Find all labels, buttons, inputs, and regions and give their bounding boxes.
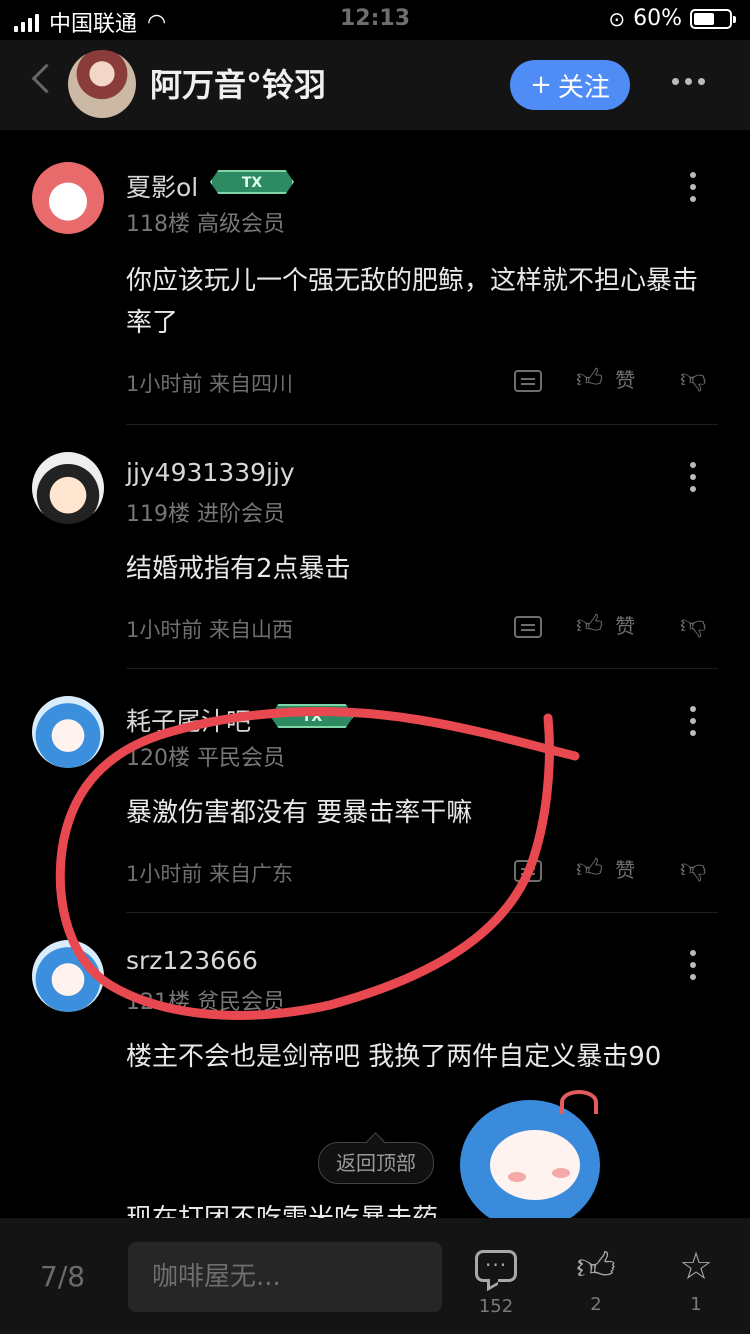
back-arrow-icon[interactable] [31, 63, 62, 94]
status-bar: 中国联通 ◠ 12:13 ⊙ 60% [0, 0, 750, 40]
post-content: 楼主不会也是剑帝吧 我换了两件自定义暴击90 [126, 1042, 662, 1072]
thumb-down-icon[interactable]: 👎︎ [680, 856, 706, 882]
reply-post: 夏影ol TX 118楼 高级会员 你应该玩儿一个强无敌的肥鲸，这样就不担心暴击… [0, 160, 750, 425]
floor-number: 120楼 [126, 746, 190, 771]
avatar[interactable] [32, 696, 104, 768]
floor-meta: 121楼 贫民会员 [126, 984, 285, 1016]
plus-icon: + [530, 70, 552, 100]
more-icon[interactable] [690, 706, 696, 736]
like-thread-button[interactable]: 👍︎ 2 [566, 1244, 626, 1315]
floor-number: 121楼 [126, 990, 190, 1015]
follow-label: 关注 [557, 72, 610, 103]
follow-button[interactable]: + 关注 [510, 60, 630, 110]
page-indicator[interactable]: 7/8 [40, 1260, 85, 1293]
like-label: 赞 [615, 858, 636, 882]
floor-number: 119楼 [126, 502, 190, 527]
username[interactable]: srz123666 [126, 946, 258, 975]
comment-icon[interactable] [514, 860, 542, 882]
back-to-top-button[interactable]: 返回顶部 [318, 1142, 434, 1184]
favorites-count: 1 [690, 1294, 702, 1315]
author-avatar[interactable] [68, 50, 136, 118]
battery-percent: 60% [633, 6, 682, 31]
post-content-continued: 现在打团不吃雷米吃暴击药 [126, 1198, 721, 1218]
like-label: 赞 [615, 368, 636, 392]
thumb-up-icon: 👍︎ [576, 609, 604, 640]
post-content: 结婚戒指有2点暴击 [126, 554, 351, 584]
post-time: 1小时前 来自四川 [126, 372, 294, 396]
level-badge: TX [210, 170, 294, 194]
thumb-up-icon: 👍︎ [576, 363, 604, 394]
thread-header: 阿万音°铃羽 + 关注 [0, 40, 750, 130]
bottom-toolbar: 7/8 咖啡屋无... 152 👍︎ 2 ☆ 1 [0, 1218, 750, 1334]
more-icon[interactable] [690, 950, 696, 980]
likes-count: 2 [590, 1294, 602, 1315]
post-time: 1小时前 来自广东 [126, 862, 294, 886]
comment-icon[interactable] [514, 616, 542, 638]
more-icon[interactable] [690, 462, 696, 492]
divider [126, 668, 718, 669]
level-badge: TX [270, 704, 354, 728]
floor-number: 118楼 [126, 212, 190, 237]
member-rank: 贫民会员 [197, 990, 286, 1015]
author-name[interactable]: 阿万音°铃羽 [150, 60, 326, 106]
divider [126, 912, 718, 913]
avatar[interactable] [32, 452, 104, 524]
avatar[interactable] [32, 162, 104, 234]
like-label: 赞 [615, 614, 636, 638]
more-icon[interactable] [690, 172, 696, 202]
username[interactable]: 耗子尾汁吧 [126, 702, 251, 738]
member-rank: 平民会员 [197, 746, 286, 771]
post-time: 1小时前 来自山西 [126, 618, 294, 642]
more-options-icon[interactable] [672, 78, 705, 85]
thumb-up-icon: 👍︎ [576, 1244, 616, 1288]
reply-post: 耗子尾汁吧 TX 120楼 平民会员 暴激伤害都没有 要暴击率干嘛 1小时前 来… [0, 694, 750, 913]
star-icon: ☆ [678, 1244, 714, 1288]
like-button[interactable]: 👍︎ 赞 [576, 854, 635, 883]
floor-meta: 119楼 进阶会员 [126, 496, 285, 528]
thumb-down-icon[interactable]: 👎︎ [680, 366, 706, 392]
mascot-sticker [460, 1090, 610, 1230]
comment-icon[interactable] [514, 370, 542, 392]
like-button[interactable]: 👍︎ 赞 [576, 364, 635, 393]
rotation-lock-icon: ⊙ [608, 6, 626, 31]
reply-input[interactable]: 咖啡屋无... [128, 1242, 442, 1312]
post-content: 你应该玩儿一个强无敌的肥鲸，这样就不担心暴击率了 [126, 266, 699, 338]
favorite-button[interactable]: ☆ 1 [666, 1244, 726, 1315]
battery-icon [690, 8, 736, 29]
post-content: 暴激伤害都没有 要暴击率干嘛 [126, 798, 473, 828]
comment-bubble-icon [475, 1247, 517, 1282]
username[interactable]: jjy4931339jjy [126, 458, 295, 487]
floor-meta: 118楼 高级会员 [126, 206, 285, 238]
divider [126, 424, 718, 425]
thumb-down-icon[interactable]: 👎︎ [680, 612, 706, 638]
member-rank: 高级会员 [197, 212, 286, 237]
username[interactable]: 夏影ol [126, 168, 198, 204]
reply-post: jjy4931339jjy 119楼 进阶会员 结婚戒指有2点暴击 1小时前 来… [0, 450, 750, 669]
member-rank: 进阶会员 [197, 502, 286, 527]
floor-meta: 120楼 平民会员 [126, 740, 285, 772]
comments-button[interactable]: 152 [466, 1244, 526, 1317]
like-button[interactable]: 👍︎ 赞 [576, 610, 635, 639]
thumb-up-icon: 👍︎ [576, 853, 604, 884]
avatar[interactable] [32, 940, 104, 1012]
comments-count: 152 [478, 1296, 514, 1317]
